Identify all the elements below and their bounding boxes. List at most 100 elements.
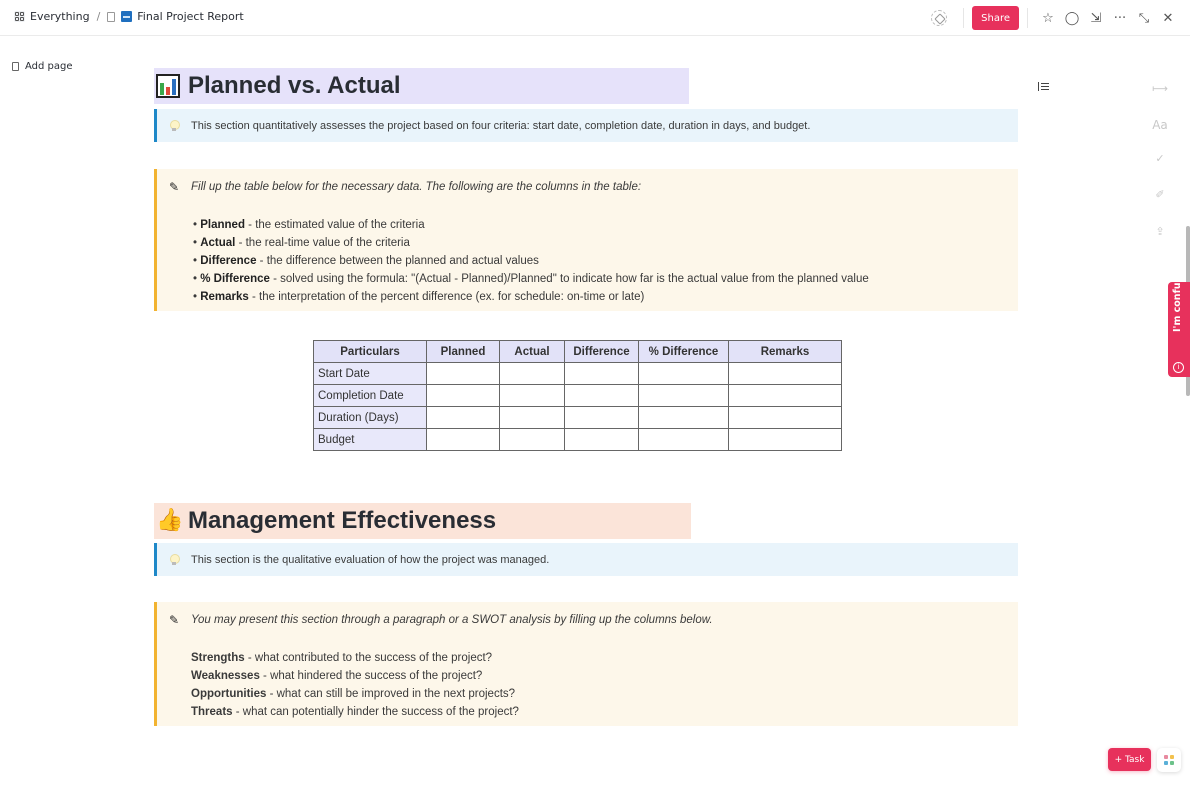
table-header-row: Particulars Planned Actual Difference % … — [313, 340, 842, 363]
pencil-icon: ✎ — [169, 613, 180, 627]
row-label: Budget — [313, 428, 427, 451]
table-row: Completion Date — [313, 384, 842, 407]
pencil-icon: ✎ — [169, 180, 180, 194]
table-row: Duration (Days) — [313, 406, 842, 429]
download-icon[interactable]: ⇲ — [1084, 6, 1108, 30]
divider — [1027, 8, 1028, 28]
more-icon[interactable]: ··· — [1108, 6, 1132, 30]
table-cell[interactable] — [426, 362, 500, 385]
planned-actual-table: Particulars Planned Actual Difference % … — [313, 340, 842, 451]
list-item: Weaknesses - what hindered the success o… — [191, 670, 483, 682]
sparkle-check-icon[interactable]: ✓ — [1150, 152, 1170, 165]
table-cell[interactable] — [499, 406, 565, 429]
column-header: Actual — [499, 340, 565, 363]
top-bar: Everything / Final Project Report Share … — [0, 0, 1190, 36]
doc-icon — [107, 11, 116, 22]
magic-wand-icon[interactable]: ✐ — [1150, 188, 1170, 201]
list-item: • Difference - the difference between th… — [193, 255, 539, 267]
collapse-icon[interactable]: ⤡ — [1132, 6, 1156, 30]
table-cell[interactable] — [638, 362, 729, 385]
info-callout: This section quantitatively assesses the… — [154, 109, 1018, 142]
row-label: Completion Date — [313, 384, 427, 407]
info-icon: i — [1173, 362, 1184, 373]
table-cell[interactable] — [564, 406, 639, 429]
info-callout: This section is the qualitative evaluati… — [154, 543, 1018, 576]
table-cell[interactable] — [426, 384, 500, 407]
management-section: 👍 Management Effectiveness This section … — [154, 503, 1018, 726]
callout-text: This section quantitatively assesses the… — [191, 119, 811, 132]
table-cell[interactable] — [728, 384, 842, 407]
add-page-button[interactable]: Add page — [12, 61, 73, 72]
list-item: • Actual - the real-time value of the cr… — [193, 237, 410, 249]
section-title: Management Effectiveness — [188, 507, 497, 534]
add-page-label: Add page — [25, 61, 73, 72]
divider — [963, 8, 965, 28]
list-item: Opportunities - what can still be improv… — [191, 688, 516, 700]
breadcrumb-separator: / — [96, 10, 101, 23]
table-cell[interactable] — [564, 428, 639, 451]
lightbulb-icon — [169, 553, 180, 566]
close-icon[interactable]: ✕ — [1156, 6, 1180, 30]
row-label: Start Date — [313, 362, 427, 385]
table-cell[interactable] — [564, 384, 639, 407]
table-row: Start Date — [313, 362, 842, 385]
table-cell[interactable] — [728, 428, 842, 451]
bar-chart-icon — [156, 74, 180, 98]
document-content: Planned vs. Actual This section quantita… — [154, 68, 1018, 311]
table-cell[interactable] — [728, 406, 842, 429]
column-header: Planned — [426, 340, 500, 363]
workspace-icon — [14, 11, 25, 22]
breadcrumb-workspace[interactable]: Everything — [30, 10, 90, 23]
table-cell[interactable] — [426, 406, 500, 429]
note-callout: ✎ You may present this section through a… — [154, 602, 1018, 726]
feedback-label: I'm confused — [1172, 263, 1183, 332]
page-add-icon — [12, 62, 19, 71]
lightbulb-icon — [169, 119, 180, 132]
section-title: Planned vs. Actual — [188, 72, 401, 99]
column-definitions: • Planned - the estimated value of the c… — [169, 216, 1006, 306]
column-header: Difference — [564, 340, 639, 363]
collapse-right-icon[interactable]: ⟼ — [1150, 82, 1170, 95]
table-row: Budget — [313, 428, 842, 451]
note-intro: Fill up the table below for the necessar… — [191, 181, 642, 193]
breadcrumb: Everything / Final Project Report — [14, 10, 244, 23]
list-item: • Planned - the estimated value of the c… — [193, 219, 425, 231]
note-callout: ✎ Fill up the table below for the necess… — [154, 169, 1018, 311]
table-cell[interactable] — [638, 406, 729, 429]
heading-management-effectiveness: 👍 Management Effectiveness — [154, 503, 691, 539]
breadcrumb-page[interactable]: Final Project Report — [137, 10, 243, 23]
table-cell[interactable] — [499, 428, 565, 451]
list-item: Strengths - what contributed to the succ… — [191, 652, 493, 664]
apps-button[interactable] — [1157, 748, 1181, 772]
table-cell[interactable] — [426, 428, 500, 451]
column-header: Remarks — [728, 340, 842, 363]
list-item: Threats - what can potentially hinder th… — [191, 706, 519, 718]
page-icon — [121, 11, 133, 22]
add-task-button[interactable]: + Task — [1108, 748, 1151, 771]
share-button[interactable]: Share — [972, 6, 1019, 30]
row-label: Duration (Days) — [313, 406, 427, 429]
star-icon[interactable]: ☆ — [1036, 6, 1060, 30]
note-intro: You may present this section through a p… — [191, 614, 713, 626]
table-cell[interactable] — [638, 384, 729, 407]
tag-icon[interactable] — [931, 10, 948, 26]
table-cell[interactable] — [564, 362, 639, 385]
callout-text: This section is the qualitative evaluati… — [191, 553, 550, 566]
column-header: Particulars — [313, 340, 427, 363]
feedback-tab[interactable]: I'm confused i — [1168, 264, 1190, 377]
heading-planned-vs-actual: Planned vs. Actual — [154, 68, 689, 104]
thumbs-up-icon: 👍 — [156, 508, 184, 533]
table-cell[interactable] — [499, 384, 565, 407]
table-cell[interactable] — [638, 428, 729, 451]
list-item: • Remarks - the interpretation of the pe… — [193, 291, 645, 303]
table-cell[interactable] — [499, 362, 565, 385]
table-of-contents-icon[interactable] — [1038, 82, 1049, 92]
export-icon[interactable]: ⇪ — [1150, 225, 1170, 238]
swot-list: Strengths - what contributed to the succ… — [169, 649, 1006, 721]
table-cell[interactable] — [728, 362, 842, 385]
list-item: • % Difference - solved using the formul… — [193, 273, 869, 285]
column-header: % Difference — [638, 340, 729, 363]
top-actions: Share ☆ ◯ ⇲ ··· ⤡ ✕ — [931, 6, 1180, 30]
font-icon[interactable]: Aa — [1150, 118, 1170, 132]
comment-icon[interactable]: ◯ — [1060, 6, 1084, 30]
